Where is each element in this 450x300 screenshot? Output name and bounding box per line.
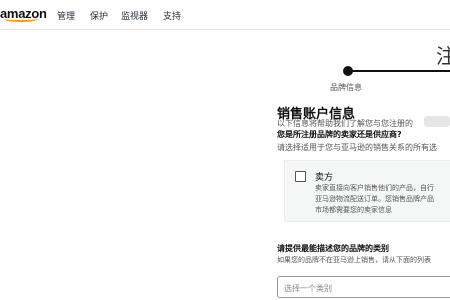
brand-category-select[interactable]: 选择一个类别 <box>277 276 450 298</box>
redacted-text <box>424 116 450 127</box>
nav-support[interactable]: 支持 <box>163 9 181 22</box>
seller-or-vendor-question: 您是所注册品牌的卖家还是供应商? <box>277 130 402 139</box>
top-nav: amazon 管理 保护 监视器 支持 <box>0 0 450 30</box>
progress-step-dot <box>343 66 353 76</box>
amazon-smile-icon <box>4 16 38 22</box>
brand-category-placeholder: 选择一个类别 <box>284 284 332 293</box>
brand-category-title: 请提供最能描述您的品牌的类别 <box>277 244 389 253</box>
progress-step-label: 品牌信息 <box>330 83 362 92</box>
seller-option-description: 卖家直接向客户销售他们的产品，自行 亚马逊物流配送订单。您销售品牌产品 市场都需… <box>315 184 434 214</box>
nav-protect[interactable]: 保护 <box>90 9 108 22</box>
seller-option-label: 卖方 <box>315 173 334 183</box>
brand-category-help: 如果您的品牌不在亚马逊上销售，请从下面的列表 <box>277 256 431 264</box>
seller-checkbox[interactable] <box>295 171 306 182</box>
sales-account-description: 以下信息将帮助我们了解您与您注册的 <box>277 119 413 128</box>
nav-manage[interactable]: 管理 <box>57 9 75 22</box>
selection-instruction: 请选择适用于您与亚马逊的销售关系的所有选 <box>277 143 437 152</box>
page-title-fragment: 注 <box>436 44 450 68</box>
progress-line <box>346 70 450 72</box>
nav-monitor[interactable]: 监视器 <box>121 9 148 22</box>
